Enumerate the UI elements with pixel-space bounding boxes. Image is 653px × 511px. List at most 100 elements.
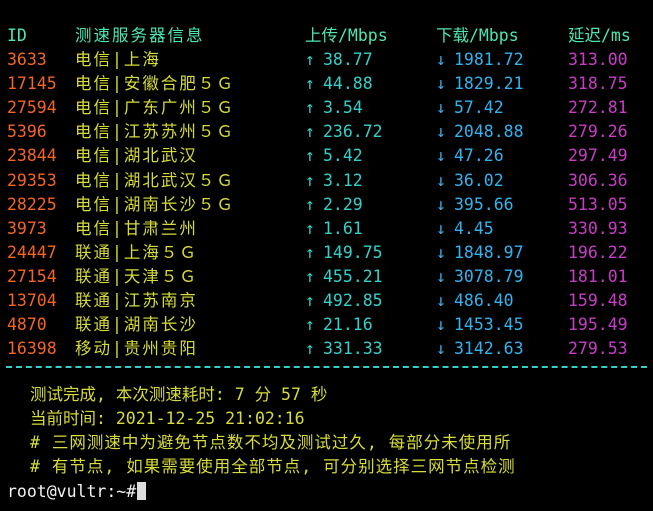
- upload-value: 44.88: [323, 74, 373, 94]
- latency-value: 195.49: [568, 315, 628, 335]
- upload-value: 21.16: [323, 315, 373, 335]
- table-row: 4870 联通|湖南长沙 ↑ 21.16 ↓ 1453.45 195.49: [0, 313, 653, 337]
- upload-cell: ↑ 44.88: [305, 72, 373, 96]
- arrow-down-icon: ↓: [436, 266, 446, 286]
- latency-value: 513.05: [568, 194, 628, 214]
- download-value: 1848.97: [454, 242, 524, 262]
- arrow-down-icon: ↓: [436, 170, 446, 190]
- arrow-up-icon: ↑: [305, 50, 315, 69]
- node-name: 电信|江苏苏州５Ｇ: [75, 122, 235, 142]
- arrow-down-icon: ↓: [436, 50, 446, 69]
- node-id: 28225: [7, 194, 57, 214]
- latency-value: 159.48: [568, 291, 628, 310]
- arrow-down-icon: ↓: [436, 146, 446, 166]
- arrow-down-icon: ↓: [436, 218, 446, 238]
- table-row: 3633 电信|上海 ↑ 38.77 ↓ 1981.72 313.00: [0, 48, 653, 72]
- download-value: 4.45: [454, 218, 494, 238]
- latency-value: 181.01: [568, 266, 628, 286]
- download-value: 36.02: [454, 170, 504, 190]
- upload-value: 1.61: [323, 218, 363, 238]
- node-name: 电信|甘肃兰州: [75, 218, 198, 238]
- node-name: 移动|贵州贵阳: [75, 339, 198, 359]
- node-id: 27594: [7, 98, 57, 118]
- upload-cell: ↑ 2.29: [305, 193, 363, 217]
- table-row: 24447 联通|上海５Ｇ ↑ 149.75 ↓ 1848.97 196.22: [0, 241, 653, 265]
- arrow-down-icon: ↓: [436, 122, 446, 142]
- node-id: 29353: [7, 170, 57, 190]
- terminal-window[interactable]: ID 测速服务器信息 上传/Mbps 下载/Mbps 延迟/ms 3633 电信|…: [0, 0, 653, 511]
- shell-prompt[interactable]: root@vultr:~#: [7, 480, 147, 504]
- download-value: 2048.88: [454, 122, 524, 142]
- node-name: 联通|上海５Ｇ: [75, 242, 198, 262]
- node-name: 电信|湖北武汉５Ｇ: [75, 170, 235, 190]
- latency-value: 279.26: [568, 122, 628, 142]
- download-cell: ↓ 1848.97: [436, 241, 524, 265]
- latency-value: 279.53: [568, 339, 628, 359]
- table-row: 28225 电信|湖南长沙５Ｇ ↑ 2.29 ↓ 395.66 513.05: [0, 193, 653, 217]
- arrow-up-icon: ↑: [305, 122, 315, 142]
- upload-cell: ↑ 492.85: [305, 289, 383, 313]
- table-row: 27154 联通|天津５Ｇ ↑ 455.21 ↓ 3078.79 181.01: [0, 265, 653, 289]
- download-cell: ↓ 486.40: [436, 289, 514, 313]
- upload-cell: ↑ 5.42: [305, 144, 363, 168]
- download-cell: ↓ 36.02: [436, 169, 504, 193]
- note-line-1: # 三网测速中为避免节点数不均及测试过久, 每部分未使用所: [30, 433, 512, 452]
- table-row: 29353 电信|湖北武汉５Ｇ ↑ 3.12 ↓ 36.02 306.36: [0, 169, 653, 193]
- arrow-up-icon: ↑: [305, 146, 315, 166]
- arrow-up-icon: ↑: [305, 315, 315, 335]
- upload-cell: ↑ 21.16: [305, 313, 373, 337]
- download-cell: ↓ 3078.79: [436, 265, 524, 289]
- node-name: 电信|安徽合肥５Ｇ: [75, 74, 235, 94]
- download-value: 1453.45: [454, 315, 524, 335]
- upload-cell: ↑ 236.72: [305, 120, 383, 144]
- table-row: 17145 电信|安徽合肥５Ｇ ↑ 44.88 ↓ 1829.21 318.75: [0, 72, 653, 96]
- arrow-up-icon: ↑: [305, 74, 315, 94]
- upload-cell: ↑ 3.12: [305, 169, 363, 193]
- header-server-info: 测速服务器信息: [75, 26, 205, 45]
- download-value: 57.42: [454, 98, 504, 118]
- arrow-up-icon: ↑: [305, 266, 315, 286]
- table-row: 16398 移动|贵州贵阳 ↑ 331.33 ↓ 3142.63 279.53: [0, 337, 653, 361]
- upload-cell: ↑ 38.77: [305, 48, 373, 72]
- test-complete-text: 测试完成, 本次测速耗时: 7 分 57 秒: [30, 385, 328, 404]
- download-cell: ↓ 4.45: [436, 217, 494, 241]
- node-id: 23844: [7, 146, 57, 166]
- node-id: 27154: [7, 266, 57, 286]
- table-row: 27594 电信|广东广州５Ｇ ↑ 3.54 ↓ 57.42 272.81: [0, 96, 653, 120]
- arrow-down-icon: ↓: [436, 242, 446, 262]
- node-name: 联通|湖南长沙: [75, 315, 198, 335]
- table-row: 23844 电信|湖北武汉 ↑ 5.42 ↓ 47.26 297.49: [0, 144, 653, 168]
- text-cursor: [137, 482, 147, 500]
- upload-cell: ↑ 149.75: [305, 241, 383, 265]
- upload-value: 3.54: [323, 98, 363, 118]
- latency-value: 313.00: [568, 50, 628, 69]
- download-value: 47.26: [454, 146, 504, 166]
- download-value: 3142.63: [454, 339, 524, 359]
- arrow-down-icon: ↓: [436, 194, 446, 214]
- dashed-separator: [6, 366, 647, 368]
- header-download: 下载/Mbps: [436, 26, 519, 45]
- upload-value: 3.12: [323, 170, 363, 190]
- latency-value: 297.49: [568, 146, 628, 166]
- upload-value: 455.21: [323, 266, 383, 286]
- node-name: 电信|广东广州５Ｇ: [75, 98, 235, 118]
- note-line-2: # 有节点, 如果需要使用全部节点, 可分别选择三网节点检测: [30, 457, 516, 476]
- arrow-up-icon: ↑: [305, 242, 315, 262]
- upload-cell: ↑ 455.21: [305, 265, 383, 289]
- upload-value: 5.42: [323, 146, 363, 166]
- download-cell: ↓ 3142.63: [436, 337, 524, 361]
- upload-cell: ↑ 331.33: [305, 337, 383, 361]
- upload-value: 331.33: [323, 339, 383, 359]
- node-id: 3633: [7, 50, 47, 69]
- upload-value: 149.75: [323, 242, 383, 262]
- download-value: 1829.21: [454, 74, 524, 94]
- arrow-down-icon: ↓: [436, 98, 446, 118]
- arrow-up-icon: ↑: [305, 98, 315, 118]
- upload-value: 38.77: [323, 50, 373, 69]
- header-upload: 上传/Mbps: [305, 26, 388, 45]
- arrow-up-icon: ↑: [305, 218, 315, 238]
- latency-value: 318.75: [568, 74, 628, 94]
- prompt-text: root@vultr:~#: [7, 482, 137, 501]
- download-cell: ↓ 1453.45: [436, 313, 524, 337]
- node-id: 13704: [7, 291, 57, 310]
